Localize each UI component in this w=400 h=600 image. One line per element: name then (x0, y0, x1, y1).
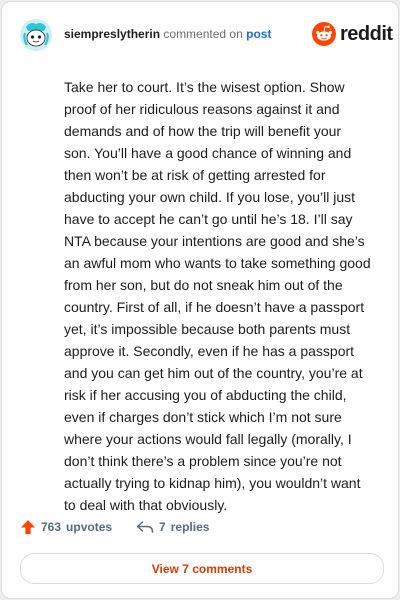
comment-line: approve it. Secondly, even if he has a p… (64, 343, 355, 359)
username-link[interactable]: siempreslytherin (64, 27, 160, 41)
upvote-arrow-icon (21, 520, 35, 534)
reddit-snoo-icon (312, 22, 336, 46)
comment-line: where your actions would fall legally (m… (64, 431, 352, 447)
reply-label: replies (170, 520, 210, 534)
commented-on-text: commented on (163, 27, 243, 41)
comment-line: NTA because your intentions are good and… (64, 233, 365, 249)
reply-button[interactable]: 7 replies (136, 519, 209, 535)
view-comments-button[interactable]: View 7 comments (20, 553, 384, 584)
upvote-count: 763 (41, 520, 62, 534)
reddit-logo[interactable]: reddit (312, 22, 393, 46)
comment-actions: 763 upvotes 7 replies (20, 519, 209, 535)
avatar-snoo-icon (20, 19, 52, 51)
comment-line: country. First of all, if he doesn’t hav… (64, 299, 365, 315)
avatar[interactable] (20, 19, 52, 51)
comment-line: actually trying to kidnap him), you woul… (64, 475, 361, 491)
comment-line: then won’t be at risk of getting arreste… (64, 167, 326, 183)
comment-line: proof of her ridiculous reasons against … (64, 101, 340, 117)
comment-line: even if charges don’t stick which I’m no… (64, 409, 342, 425)
comment-line: risk if her accusing you of abducting th… (64, 387, 347, 403)
reply-count: 7 (159, 520, 166, 534)
comment-line: son. You’ll have a good chance of winnin… (64, 145, 352, 161)
comment-line: demands and of how the trip will benefit… (64, 123, 342, 139)
comment-line: an awful mom who wants to take something… (64, 255, 371, 271)
comment-line: and you can get him out of the country, … (64, 365, 363, 381)
comment-body: Take her to court. It’s the wisest optio… (64, 76, 382, 516)
comment-header: siempreslytherin commented on post (64, 27, 271, 42)
post-link[interactable]: post (246, 27, 271, 41)
comment-card: siempreslytherin commented on post reddi… (1, 1, 399, 599)
comment-line: yet, it’s impossible because both parent… (64, 321, 351, 337)
comment-line: to deal with that obviously. (64, 497, 228, 513)
reddit-wordmark: reddit (340, 23, 393, 45)
upvote-button[interactable]: 763 upvotes (20, 519, 112, 535)
comment-line: abducting your own child. If you lose, y… (64, 189, 356, 205)
comment-line: from her son, but do not sneak him out o… (64, 277, 343, 293)
comment-line: have to accept he can’t go until he’s 18… (64, 211, 353, 227)
comment-line: don’t think there’s a problem since you’… (64, 453, 342, 469)
reply-arrow-icon (136, 521, 154, 533)
upvote-label: upvotes (66, 520, 113, 534)
comment-line: Take her to court. It’s the wisest optio… (64, 79, 345, 95)
